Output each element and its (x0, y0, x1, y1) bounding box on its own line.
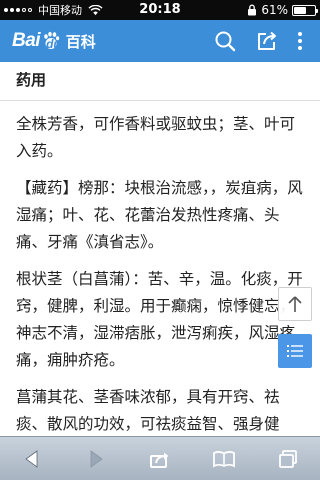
browser-toolbar (0, 436, 320, 480)
bookmarks-icon (213, 450, 235, 467)
status-right: 61% (247, 0, 318, 20)
battery-percent: 61% (261, 3, 288, 17)
paragraph: 全株芳香，可作香料或驱蚊虫；茎、叶可入药。 (16, 115, 296, 160)
lock-rotation-icon (248, 4, 257, 16)
more-vertical-icon (298, 32, 302, 50)
share-action-button[interactable] (140, 439, 180, 479)
back-to-top-icon (288, 296, 302, 312)
status-bar: 中国移动 20:18 61% (0, 0, 320, 20)
status-left: 中国移动 (4, 0, 103, 20)
bookmarks-button[interactable] (204, 439, 244, 479)
search-button[interactable] (210, 26, 240, 56)
baidu-baike-logo[interactable]: Bai du 百科 (12, 30, 96, 52)
search-icon (215, 31, 236, 52)
logo-text: Bai (12, 30, 41, 51)
signal-strength-icon (4, 8, 32, 12)
section-divider (0, 100, 320, 101)
wifi-icon (88, 4, 103, 15)
battery-icon (292, 4, 318, 16)
back-to-top-button[interactable] (278, 287, 312, 321)
share-button[interactable] (252, 26, 282, 56)
forward-arrow-icon (90, 449, 103, 468)
logo-suffix: 百科 (65, 32, 96, 51)
battery-level (294, 6, 307, 14)
table-of-contents-button[interactable] (278, 334, 312, 368)
share-action-icon (150, 452, 169, 468)
carrier-name: 中国移动 (38, 4, 82, 17)
more-button[interactable] (285, 26, 315, 56)
paragraph: 根状茎（白菖蒲）：苦、辛，温。化痰，开窍，健脾，利湿。用于癫痫，惊悸健忘，神志不… (16, 270, 303, 369)
forward-button[interactable] (76, 439, 116, 479)
share-icon (258, 31, 276, 50)
back-button[interactable] (12, 439, 52, 479)
paragraph: 【藏药】榜那：块根治流感，，炭疽病，风湿痛；叶、花、花蕾治发热性疼痛、头痛、牙痛… (16, 179, 303, 251)
app-header: Bai du 百科 (0, 20, 320, 62)
tabs-icon (279, 449, 297, 468)
tabs-button[interactable] (268, 439, 308, 479)
paragraph: 菖蒲其花、茎香味浓郁，具有开窍、祛痰、散风的功效，可祛痰益智、强身健体。历代中医… (16, 388, 280, 433)
toc-list-icon (287, 345, 303, 357)
back-arrow-icon (25, 449, 38, 468)
logo-du: du (46, 36, 61, 51)
article-content: 药用 全株芳香，可作香料或驱蚊虫；茎、叶可入药。 【藏药】榜那：块根治流感，，炭… (0, 62, 320, 436)
section-title: 药用 (16, 71, 47, 89)
